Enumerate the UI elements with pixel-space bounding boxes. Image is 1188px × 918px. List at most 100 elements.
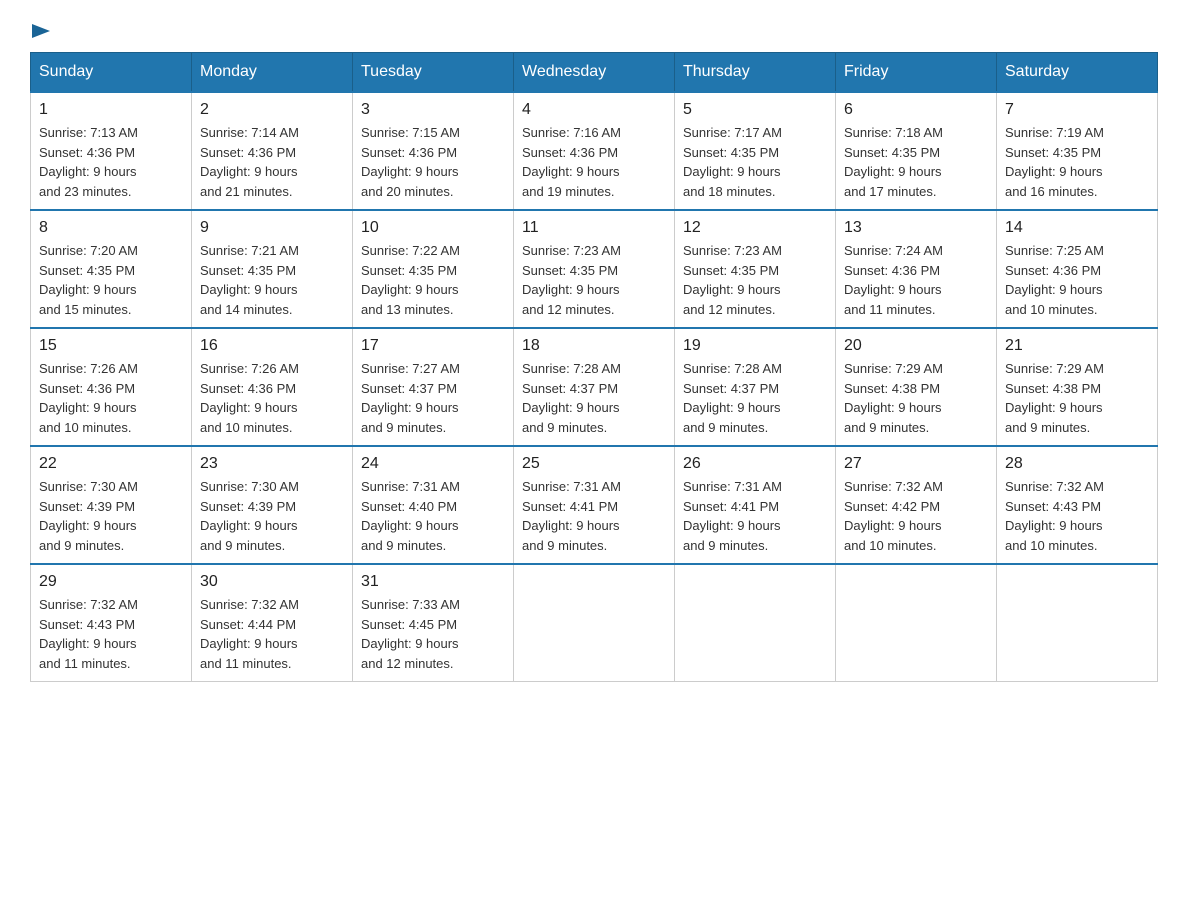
day-number: 8	[39, 219, 183, 237]
calendar-week-row: 15 Sunrise: 7:26 AMSunset: 4:36 PMDaylig…	[31, 328, 1158, 446]
weekday-header-wednesday: Wednesday	[514, 53, 675, 93]
calendar-body: 1 Sunrise: 7:13 AMSunset: 4:36 PMDayligh…	[31, 92, 1158, 682]
day-number: 2	[200, 101, 344, 119]
day-info: Sunrise: 7:26 AMSunset: 4:36 PMDaylight:…	[39, 361, 138, 435]
calendar-cell: 29 Sunrise: 7:32 AMSunset: 4:43 PMDaylig…	[31, 564, 192, 682]
day-number: 26	[683, 455, 827, 473]
day-info: Sunrise: 7:30 AMSunset: 4:39 PMDaylight:…	[39, 479, 138, 553]
calendar-cell: 12 Sunrise: 7:23 AMSunset: 4:35 PMDaylig…	[675, 210, 836, 328]
day-info: Sunrise: 7:23 AMSunset: 4:35 PMDaylight:…	[522, 243, 621, 317]
logo-arrow-icon	[30, 20, 52, 42]
calendar-table: SundayMondayTuesdayWednesdayThursdayFrid…	[30, 52, 1158, 682]
day-info: Sunrise: 7:31 AMSunset: 4:41 PMDaylight:…	[683, 479, 782, 553]
calendar-cell	[836, 564, 997, 682]
calendar-cell: 5 Sunrise: 7:17 AMSunset: 4:35 PMDayligh…	[675, 92, 836, 210]
day-info: Sunrise: 7:20 AMSunset: 4:35 PMDaylight:…	[39, 243, 138, 317]
day-number: 9	[200, 219, 344, 237]
day-number: 15	[39, 337, 183, 355]
day-info: Sunrise: 7:32 AMSunset: 4:44 PMDaylight:…	[200, 597, 299, 671]
day-info: Sunrise: 7:32 AMSunset: 4:42 PMDaylight:…	[844, 479, 943, 553]
calendar-cell: 1 Sunrise: 7:13 AMSunset: 4:36 PMDayligh…	[31, 92, 192, 210]
calendar-week-row: 22 Sunrise: 7:30 AMSunset: 4:39 PMDaylig…	[31, 446, 1158, 564]
calendar-cell: 19 Sunrise: 7:28 AMSunset: 4:37 PMDaylig…	[675, 328, 836, 446]
day-info: Sunrise: 7:15 AMSunset: 4:36 PMDaylight:…	[361, 125, 460, 199]
calendar-cell: 2 Sunrise: 7:14 AMSunset: 4:36 PMDayligh…	[192, 92, 353, 210]
calendar-cell: 21 Sunrise: 7:29 AMSunset: 4:38 PMDaylig…	[997, 328, 1158, 446]
day-number: 27	[844, 455, 988, 473]
day-info: Sunrise: 7:26 AMSunset: 4:36 PMDaylight:…	[200, 361, 299, 435]
day-number: 16	[200, 337, 344, 355]
calendar-cell: 17 Sunrise: 7:27 AMSunset: 4:37 PMDaylig…	[353, 328, 514, 446]
calendar-cell: 28 Sunrise: 7:32 AMSunset: 4:43 PMDaylig…	[997, 446, 1158, 564]
day-info: Sunrise: 7:29 AMSunset: 4:38 PMDaylight:…	[844, 361, 943, 435]
calendar-cell: 24 Sunrise: 7:31 AMSunset: 4:40 PMDaylig…	[353, 446, 514, 564]
weekday-header-monday: Monday	[192, 53, 353, 93]
day-info: Sunrise: 7:30 AMSunset: 4:39 PMDaylight:…	[200, 479, 299, 553]
day-number: 22	[39, 455, 183, 473]
day-number: 4	[522, 101, 666, 119]
day-info: Sunrise: 7:32 AMSunset: 4:43 PMDaylight:…	[39, 597, 138, 671]
logo	[30, 20, 52, 42]
day-info: Sunrise: 7:29 AMSunset: 4:38 PMDaylight:…	[1005, 361, 1104, 435]
day-number: 29	[39, 573, 183, 591]
calendar-cell: 22 Sunrise: 7:30 AMSunset: 4:39 PMDaylig…	[31, 446, 192, 564]
day-info: Sunrise: 7:32 AMSunset: 4:43 PMDaylight:…	[1005, 479, 1104, 553]
calendar-cell: 26 Sunrise: 7:31 AMSunset: 4:41 PMDaylig…	[675, 446, 836, 564]
day-info: Sunrise: 7:21 AMSunset: 4:35 PMDaylight:…	[200, 243, 299, 317]
day-number: 11	[522, 219, 666, 237]
calendar-cell: 4 Sunrise: 7:16 AMSunset: 4:36 PMDayligh…	[514, 92, 675, 210]
calendar-cell	[997, 564, 1158, 682]
calendar-header-row: SundayMondayTuesdayWednesdayThursdayFrid…	[31, 53, 1158, 93]
day-number: 23	[200, 455, 344, 473]
calendar-cell: 10 Sunrise: 7:22 AMSunset: 4:35 PMDaylig…	[353, 210, 514, 328]
day-number: 24	[361, 455, 505, 473]
day-number: 31	[361, 573, 505, 591]
calendar-cell	[675, 564, 836, 682]
calendar-week-row: 1 Sunrise: 7:13 AMSunset: 4:36 PMDayligh…	[31, 92, 1158, 210]
page-header	[30, 20, 1158, 42]
calendar-cell: 18 Sunrise: 7:28 AMSunset: 4:37 PMDaylig…	[514, 328, 675, 446]
day-info: Sunrise: 7:25 AMSunset: 4:36 PMDaylight:…	[1005, 243, 1104, 317]
calendar-week-row: 29 Sunrise: 7:32 AMSunset: 4:43 PMDaylig…	[31, 564, 1158, 682]
day-info: Sunrise: 7:14 AMSunset: 4:36 PMDaylight:…	[200, 125, 299, 199]
day-number: 7	[1005, 101, 1149, 119]
weekday-header-tuesday: Tuesday	[353, 53, 514, 93]
day-number: 10	[361, 219, 505, 237]
day-number: 20	[844, 337, 988, 355]
day-number: 13	[844, 219, 988, 237]
calendar-cell	[514, 564, 675, 682]
day-info: Sunrise: 7:17 AMSunset: 4:35 PMDaylight:…	[683, 125, 782, 199]
day-number: 1	[39, 101, 183, 119]
calendar-week-row: 8 Sunrise: 7:20 AMSunset: 4:35 PMDayligh…	[31, 210, 1158, 328]
weekday-header-saturday: Saturday	[997, 53, 1158, 93]
calendar-cell: 6 Sunrise: 7:18 AMSunset: 4:35 PMDayligh…	[836, 92, 997, 210]
day-number: 18	[522, 337, 666, 355]
calendar-cell: 14 Sunrise: 7:25 AMSunset: 4:36 PMDaylig…	[997, 210, 1158, 328]
weekday-header-thursday: Thursday	[675, 53, 836, 93]
day-number: 17	[361, 337, 505, 355]
day-info: Sunrise: 7:22 AMSunset: 4:35 PMDaylight:…	[361, 243, 460, 317]
calendar-cell: 15 Sunrise: 7:26 AMSunset: 4:36 PMDaylig…	[31, 328, 192, 446]
day-info: Sunrise: 7:13 AMSunset: 4:36 PMDaylight:…	[39, 125, 138, 199]
day-number: 12	[683, 219, 827, 237]
day-number: 19	[683, 337, 827, 355]
calendar-cell: 16 Sunrise: 7:26 AMSunset: 4:36 PMDaylig…	[192, 328, 353, 446]
day-number: 28	[1005, 455, 1149, 473]
calendar-cell: 23 Sunrise: 7:30 AMSunset: 4:39 PMDaylig…	[192, 446, 353, 564]
day-number: 5	[683, 101, 827, 119]
day-number: 21	[1005, 337, 1149, 355]
calendar-cell: 11 Sunrise: 7:23 AMSunset: 4:35 PMDaylig…	[514, 210, 675, 328]
calendar-cell: 9 Sunrise: 7:21 AMSunset: 4:35 PMDayligh…	[192, 210, 353, 328]
weekday-header-friday: Friday	[836, 53, 997, 93]
calendar-cell: 27 Sunrise: 7:32 AMSunset: 4:42 PMDaylig…	[836, 446, 997, 564]
calendar-cell: 31 Sunrise: 7:33 AMSunset: 4:45 PMDaylig…	[353, 564, 514, 682]
day-info: Sunrise: 7:18 AMSunset: 4:35 PMDaylight:…	[844, 125, 943, 199]
calendar-cell: 25 Sunrise: 7:31 AMSunset: 4:41 PMDaylig…	[514, 446, 675, 564]
day-info: Sunrise: 7:19 AMSunset: 4:35 PMDaylight:…	[1005, 125, 1104, 199]
day-number: 14	[1005, 219, 1149, 237]
day-info: Sunrise: 7:33 AMSunset: 4:45 PMDaylight:…	[361, 597, 460, 671]
day-number: 6	[844, 101, 988, 119]
calendar-cell: 8 Sunrise: 7:20 AMSunset: 4:35 PMDayligh…	[31, 210, 192, 328]
day-info: Sunrise: 7:28 AMSunset: 4:37 PMDaylight:…	[522, 361, 621, 435]
calendar-cell: 7 Sunrise: 7:19 AMSunset: 4:35 PMDayligh…	[997, 92, 1158, 210]
